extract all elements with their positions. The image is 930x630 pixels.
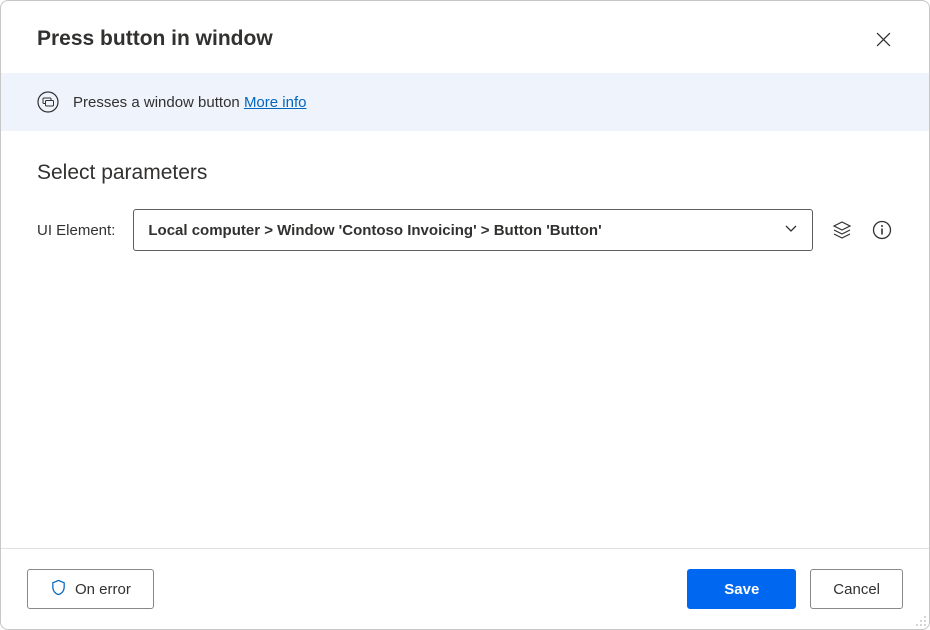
dialog-title: Press button in window <box>37 27 273 51</box>
parameters-heading: Select parameters <box>37 161 893 185</box>
ui-element-label: UI Element: <box>37 222 115 239</box>
close-icon <box>876 32 891 47</box>
on-error-label: On error <box>75 581 131 598</box>
footer-actions: Save Cancel <box>687 569 903 609</box>
ui-element-dropdown[interactable]: Local computer > Window 'Contoso Invoici… <box>133 209 813 251</box>
save-button[interactable]: Save <box>687 569 796 609</box>
chevron-down-icon <box>784 221 798 239</box>
ui-element-selected-value: Local computer > Window 'Contoso Invoici… <box>148 222 601 239</box>
close-button[interactable] <box>867 23 899 55</box>
info-text: Presses a window button More info <box>73 94 306 111</box>
info-icon <box>872 220 892 240</box>
title-bar: Press button in window <box>1 1 929 73</box>
cancel-button[interactable]: Cancel <box>810 569 903 609</box>
ui-element-picker-button[interactable] <box>831 219 853 241</box>
shield-icon <box>50 579 67 600</box>
dialog-footer: On error Save Cancel <box>1 548 929 629</box>
dialog-body: Select parameters UI Element: Local comp… <box>1 131 929 548</box>
on-error-button[interactable]: On error <box>27 569 154 609</box>
ui-element-row: UI Element: Local computer > Window 'Con… <box>37 209 893 251</box>
action-icon <box>37 91 59 113</box>
resize-grip-icon[interactable] <box>913 613 927 627</box>
info-bar: Presses a window button More info <box>1 73 929 131</box>
more-info-link[interactable]: More info <box>244 94 307 111</box>
action-dialog: Press button in window Presses a window … <box>0 0 930 630</box>
ui-element-info-button[interactable] <box>871 219 893 241</box>
info-description: Presses a window button <box>73 94 240 111</box>
layers-icon <box>832 220 852 240</box>
